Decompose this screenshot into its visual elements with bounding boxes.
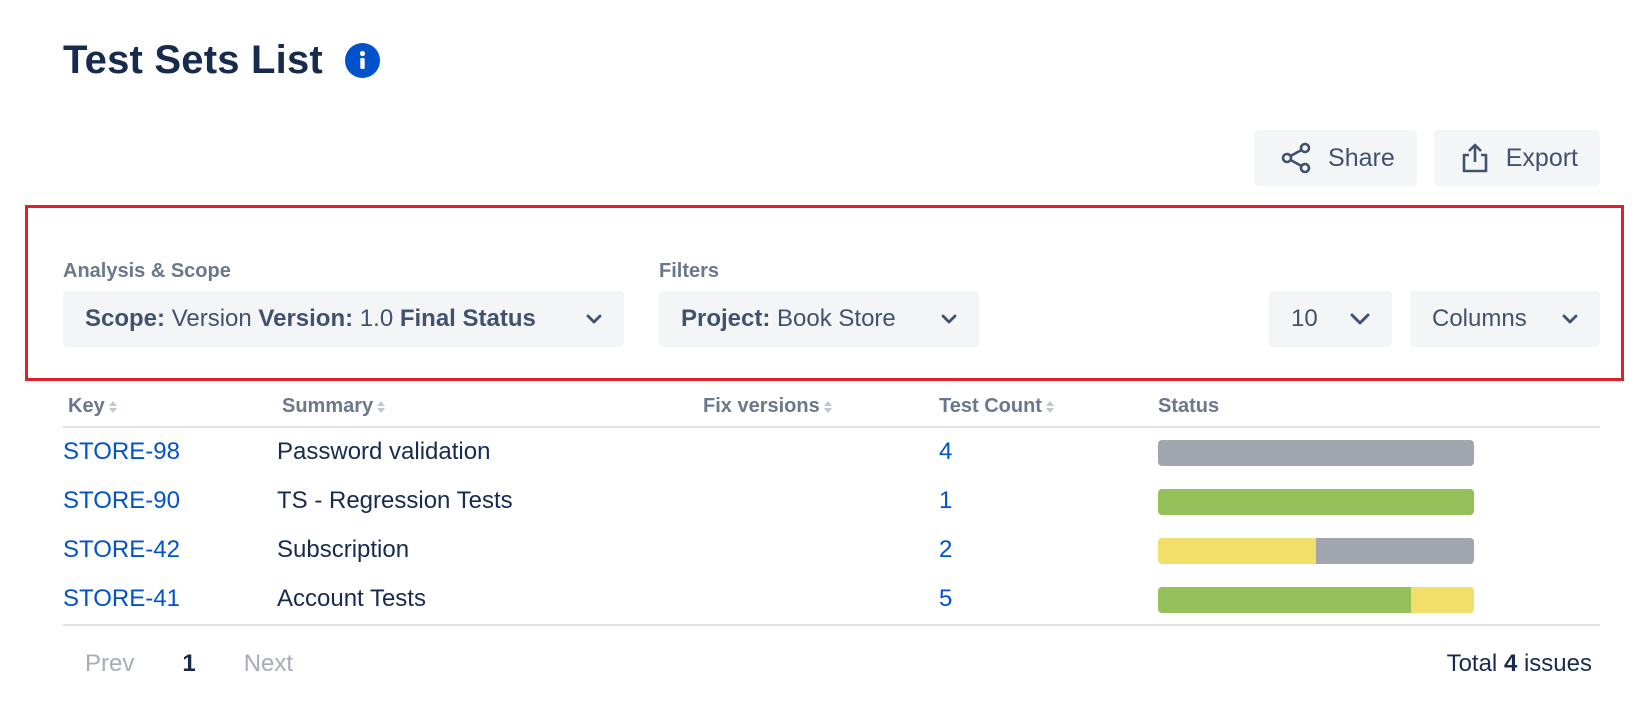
status-segment xyxy=(1158,440,1474,466)
toolbar: Share Export xyxy=(1254,130,1600,186)
issue-key-link[interactable]: STORE-41 xyxy=(63,585,180,613)
next-page-button[interactable]: Next xyxy=(244,650,293,678)
column-header-key[interactable]: Key xyxy=(68,395,117,418)
page-size-value: 10 xyxy=(1291,305,1318,332)
export-button-label: Export xyxy=(1505,143,1578,172)
issue-key-link[interactable]: STORE-42 xyxy=(63,536,180,564)
chevron-down-icon xyxy=(586,314,602,324)
scope-dropdown[interactable]: Scope: Version Version: 1.0 Final Status xyxy=(63,291,624,347)
chevron-down-icon xyxy=(1350,313,1370,325)
status-segment xyxy=(1158,587,1411,613)
column-header-status-label: Status xyxy=(1158,395,1220,417)
table-header: Key Summary Fix versions Test Count Stat… xyxy=(63,385,1600,428)
page-size-select[interactable]: 10 xyxy=(1269,291,1392,347)
status-progress-bar xyxy=(1158,538,1474,564)
project-value: Book Store xyxy=(777,305,896,332)
column-header-fix-versions-label: Fix versions xyxy=(703,395,820,417)
share-icon xyxy=(1281,142,1311,174)
status-segment xyxy=(1410,587,1474,613)
issue-key-link[interactable]: STORE-90 xyxy=(63,487,180,515)
version-key: Version: xyxy=(258,305,354,332)
final-status-key: Final Status xyxy=(399,305,536,332)
status-segment xyxy=(1316,538,1474,564)
prev-page-button[interactable]: Prev xyxy=(85,650,134,678)
chevron-down-icon xyxy=(1562,314,1578,324)
issue-key-link[interactable]: STORE-98 xyxy=(63,438,180,466)
column-header-status: Status xyxy=(1158,395,1219,418)
sort-icon xyxy=(108,400,117,413)
status-progress-bar xyxy=(1158,440,1474,466)
summary-cell: Account Tests xyxy=(277,585,426,612)
column-header-fix-versions[interactable]: Fix versions xyxy=(703,395,832,418)
export-button[interactable]: Export xyxy=(1433,130,1600,186)
status-progress-bar xyxy=(1158,489,1474,515)
scope-value: Version xyxy=(171,305,252,332)
table-row: STORE-90 TS - Regression Tests 1 xyxy=(63,477,1600,526)
table-row: STORE-98 Password validation 4 xyxy=(63,428,1600,477)
pagination: Prev 1 Next xyxy=(85,650,293,678)
summary-cell: Subscription xyxy=(277,536,410,563)
total-count: 4 xyxy=(1503,650,1518,677)
version-value: 1.0 xyxy=(359,305,394,332)
column-header-test-count[interactable]: Test Count xyxy=(939,395,1054,418)
total-prefix: Total xyxy=(1446,650,1498,677)
share-button[interactable]: Share xyxy=(1254,130,1417,186)
status-segment xyxy=(1158,489,1474,515)
info-icon[interactable] xyxy=(344,43,380,78)
filters-label: Filters xyxy=(659,260,720,282)
test-sets-table: Key Summary Fix versions Test Count Stat… xyxy=(63,385,1600,626)
analysis-scope-label: Analysis & Scope xyxy=(63,260,231,282)
project-filter-dropdown[interactable]: Project: Book Store xyxy=(659,291,979,347)
title-row: Test Sets List xyxy=(63,38,380,83)
page-title: Test Sets List xyxy=(63,38,323,82)
share-button-label: Share xyxy=(1328,143,1395,172)
test-count-link[interactable]: 4 xyxy=(939,438,952,466)
sort-icon xyxy=(377,400,386,413)
table-row: STORE-42 Subscription 2 xyxy=(63,526,1600,575)
test-count-link[interactable]: 1 xyxy=(939,487,952,515)
current-page[interactable]: 1 xyxy=(182,650,195,678)
chevron-down-icon xyxy=(941,314,957,324)
column-header-key-label: Key xyxy=(68,395,105,417)
summary-cell: TS - Regression Tests xyxy=(277,487,513,514)
total-suffix: issues xyxy=(1523,650,1592,677)
columns-dropdown[interactable]: Columns xyxy=(1410,291,1600,347)
test-count-link[interactable]: 2 xyxy=(939,536,952,564)
table-row: STORE-41 Account Tests 5 xyxy=(63,575,1600,624)
status-segment xyxy=(1158,538,1316,564)
summary-cell: Password validation xyxy=(277,438,491,465)
column-header-summary-label: Summary xyxy=(282,395,374,417)
columns-label: Columns xyxy=(1432,305,1527,332)
table-body: STORE-98 Password validation 4 STORE-90 … xyxy=(63,428,1600,626)
sort-icon xyxy=(823,400,832,413)
sort-icon xyxy=(1045,400,1054,413)
scope-key: Scope: xyxy=(85,305,166,332)
column-header-summary[interactable]: Summary xyxy=(282,395,386,418)
test-count-link[interactable]: 5 xyxy=(939,585,952,613)
column-header-test-count-label: Test Count xyxy=(939,395,1042,417)
export-icon xyxy=(1462,143,1488,173)
total-issues: Total 4 issues xyxy=(1447,650,1592,678)
status-progress-bar xyxy=(1158,587,1474,613)
project-key: Project: xyxy=(681,305,771,332)
